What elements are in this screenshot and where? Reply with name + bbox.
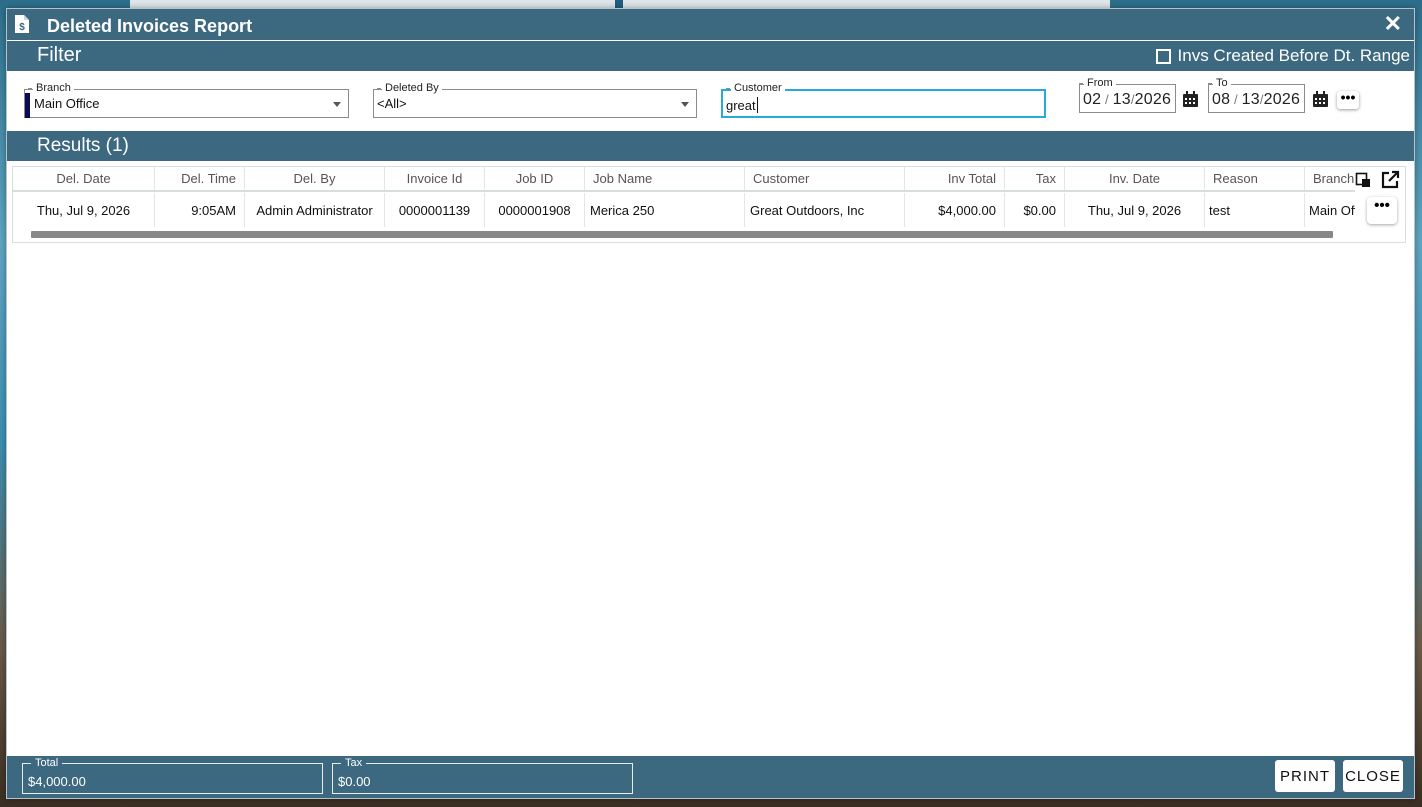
- customer-value[interactable]: great: [726, 98, 756, 113]
- from-date-value[interactable]: 02 / 13/2026: [1083, 91, 1171, 109]
- print-button[interactable]: PRINT: [1275, 760, 1335, 792]
- to-month[interactable]: 08: [1212, 91, 1230, 108]
- from-label: From: [1079, 77, 1116, 90]
- chevron-down-icon[interactable]: [333, 102, 341, 107]
- cell-reason: test: [1205, 193, 1305, 227]
- column-header[interactable]: Customer: [745, 167, 905, 190]
- horizontal-scrollbar[interactable]: [31, 231, 1333, 238]
- grid-header: Del. Date Del. Time Del. By Invoice Id J…: [13, 167, 1405, 192]
- from-day[interactable]: 13: [1113, 91, 1131, 108]
- cell-del-time: 9:05AM: [155, 193, 245, 227]
- from-year[interactable]: 2026: [1135, 91, 1171, 108]
- filter-title: Filter: [37, 44, 82, 66]
- dialog-title: Deleted Invoices Report: [47, 16, 253, 36]
- branch-value: Main Office: [34, 96, 100, 111]
- column-header[interactable]: Inv Total: [905, 167, 1005, 190]
- branch-select[interactable]: Branch Main Office: [24, 82, 349, 118]
- branch-label: Branch: [28, 82, 74, 95]
- row-actions-button[interactable]: •••: [1367, 197, 1397, 224]
- cell-del-by: Admin Administrator: [245, 193, 385, 227]
- results-grid: Del. Date Del. Time Del. By Invoice Id J…: [12, 166, 1406, 243]
- column-header[interactable]: Tax: [1005, 167, 1065, 190]
- column-header[interactable]: Job Name: [585, 167, 745, 190]
- to-date-value[interactable]: 08 / 13/2026: [1212, 91, 1300, 109]
- customer-input[interactable]: Customer great: [721, 82, 1046, 118]
- svg-text:$: $: [19, 22, 25, 33]
- invoice-dollar-icon: $: [15, 15, 29, 33]
- customer-label: Customer: [726, 82, 785, 95]
- backdrop-divider: [615, 0, 623, 8]
- column-header[interactable]: Inv. Date: [1065, 167, 1205, 190]
- deleted-by-label: Deleted By: [377, 82, 442, 95]
- deleted-invoices-dialog: $ Deleted Invoices Report ✕ Filter Invs …: [6, 8, 1415, 799]
- cell-job-id: 0000001908: [485, 193, 585, 227]
- total-field: Total $4,000.00: [22, 757, 323, 794]
- grid-toolbar: [1355, 167, 1405, 192]
- close-icon[interactable]: ✕: [1384, 13, 1402, 35]
- to-date-input[interactable]: To 08 / 13/2026: [1208, 77, 1305, 113]
- external-link-icon[interactable]: [1381, 170, 1400, 189]
- total-label: Total: [31, 757, 63, 769]
- backdrop-panel: [623, 0, 1110, 8]
- backdrop-panel: [130, 0, 615, 8]
- to-label: To: [1208, 77, 1231, 90]
- cell-job-name: Merica 250: [585, 193, 745, 227]
- date-options-button[interactable]: •••: [1337, 90, 1359, 109]
- title-bar: $ Deleted Invoices Report ✕: [7, 9, 1414, 40]
- created-before-range-checkbox[interactable]: Invs Created Before Dt. Range: [1155, 46, 1410, 66]
- results-title: Results (1): [37, 135, 129, 156]
- total-value: $4,000.00: [28, 774, 86, 789]
- calendar-icon[interactable]: [1312, 91, 1329, 108]
- close-button[interactable]: CLOSE: [1343, 760, 1403, 792]
- filter-header: Filter Invs Created Before Dt. Range: [7, 41, 1414, 71]
- calendar-icon[interactable]: [1182, 91, 1199, 108]
- deleted-by-select[interactable]: Deleted By <All>: [373, 82, 697, 118]
- copy-icon[interactable]: [1355, 172, 1371, 188]
- column-header[interactable]: Job ID: [485, 167, 585, 190]
- column-header[interactable]: Invoice Id: [385, 167, 485, 190]
- text-cursor: [757, 97, 758, 113]
- cell-invoice-id: 0000001139: [385, 193, 485, 227]
- cell-branch: Main Office: [1309, 202, 1355, 218]
- tax-label: Tax: [341, 757, 367, 769]
- cell-inv-date: Thu, Jul 9, 2026: [1065, 193, 1205, 227]
- from-month[interactable]: 02: [1083, 91, 1101, 108]
- tax-value: $0.00: [338, 774, 371, 789]
- cell-tax: $0.00: [1005, 193, 1065, 227]
- checkbox-box[interactable]: [1155, 48, 1171, 64]
- branch-accent-bar: [25, 93, 30, 118]
- deleted-by-value: <All>: [377, 96, 407, 111]
- from-date-input[interactable]: From 02 / 13/2026: [1079, 77, 1176, 113]
- table-row[interactable]: Thu, Jul 9, 2026 9:05AM Admin Administra…: [13, 193, 1405, 227]
- results-header: Results (1): [7, 131, 1414, 161]
- column-header[interactable]: Reason: [1205, 167, 1305, 190]
- column-header[interactable]: Del. Time: [155, 167, 245, 190]
- to-day[interactable]: 13: [1242, 91, 1260, 108]
- cell-customer: Great Outdoors, Inc: [745, 193, 905, 227]
- chevron-down-icon[interactable]: [681, 102, 689, 107]
- to-year[interactable]: 2026: [1264, 91, 1300, 108]
- column-header[interactable]: Del. Date: [13, 167, 155, 190]
- column-header[interactable]: Del. By: [245, 167, 385, 190]
- checkbox-label: Invs Created Before Dt. Range: [1177, 46, 1410, 65]
- cell-del-date: Thu, Jul 9, 2026: [13, 193, 155, 227]
- footer-bar: Total $4,000.00 Tax $0.00 PRINT CLOSE: [7, 756, 1414, 798]
- tax-field: Tax $0.00: [332, 757, 633, 794]
- cell-inv-total: $4,000.00: [905, 193, 1005, 227]
